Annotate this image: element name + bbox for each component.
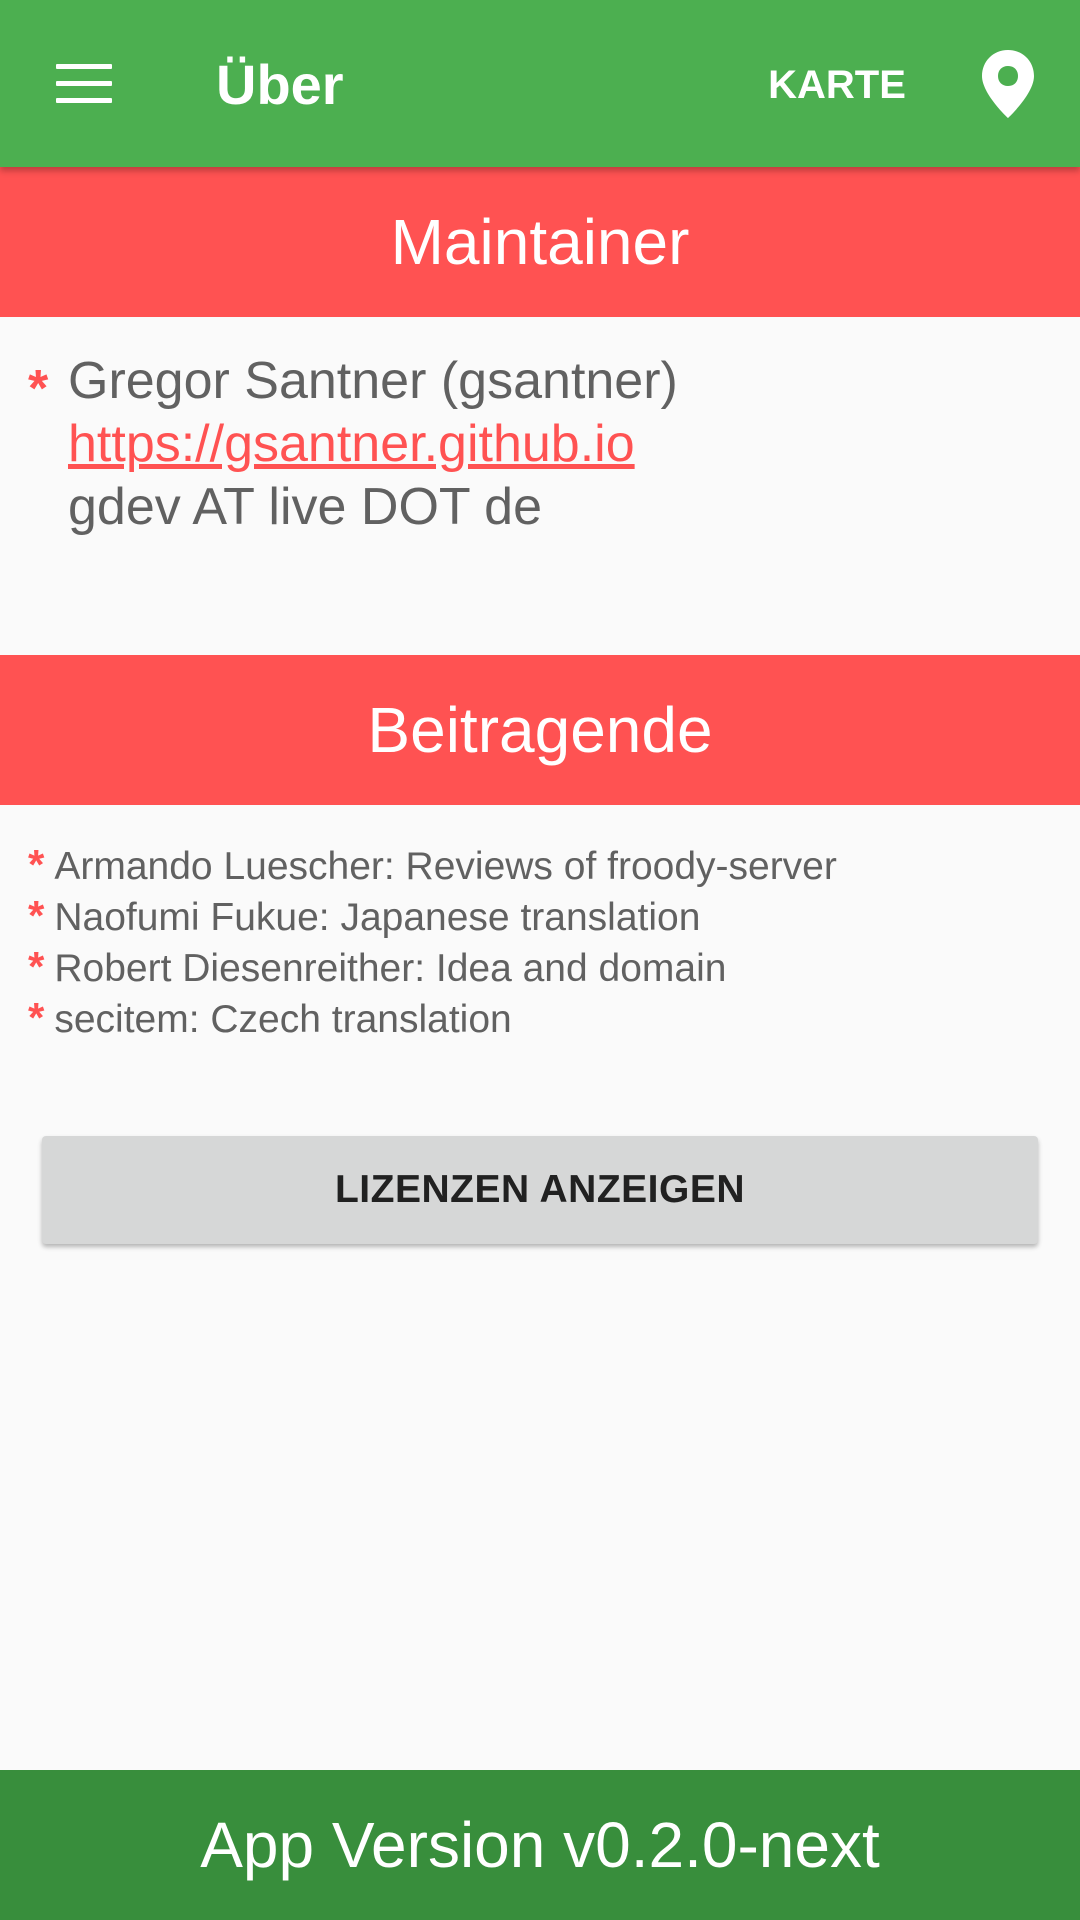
app-version-footer: App Version v0.2.0-next bbox=[0, 1770, 1080, 1920]
list-item: * Armando Luescher: Reviews of froody-ser… bbox=[28, 840, 1048, 891]
maintainer-bullet: * bbox=[28, 360, 49, 418]
show-licenses-button[interactable]: LIZENZEN ANZEIGEN bbox=[42, 1136, 1038, 1244]
list-bullet: * bbox=[28, 892, 45, 939]
page-title: Über bbox=[216, 53, 344, 116]
list-item: * secitem: Czech translation bbox=[28, 993, 1048, 1044]
maintainer-section-header: Maintainer bbox=[0, 167, 1080, 317]
list-bullet: * bbox=[28, 943, 45, 990]
contributor-text: secitem: Czech translation bbox=[54, 998, 512, 1041]
contributor-text: Naofumi Fukue: Japanese translation bbox=[54, 896, 701, 939]
contributors-list: * Armando Luescher: Reviews of froody-ser… bbox=[28, 840, 1048, 1044]
contributor-text: Armando Luescher: Reviews of froody-serv… bbox=[54, 845, 837, 888]
hamburger-menu-icon[interactable] bbox=[56, 64, 112, 104]
map-pin-icon[interactable] bbox=[980, 48, 1036, 120]
maintainer-website-link[interactable]: https://gsantner.github.io bbox=[68, 415, 635, 473]
list-item: * Naofumi Fukue: Japanese translation bbox=[28, 891, 1048, 942]
list-bullet: * bbox=[28, 994, 45, 1041]
app-bar: Über KARTE bbox=[0, 0, 1080, 167]
maintainer-name: Gregor Santner (gsantner) bbox=[68, 352, 678, 410]
list-item: * Robert Diesenreither: Idea and domain bbox=[28, 942, 1048, 993]
contributors-section-header: Beitragende bbox=[0, 655, 1080, 805]
maintainer-email: gdev AT live DOT de bbox=[68, 478, 543, 536]
map-button[interactable]: KARTE bbox=[752, 55, 922, 115]
contributor-text: Robert Diesenreither: Idea and domain bbox=[54, 947, 727, 990]
list-bullet: * bbox=[28, 841, 45, 888]
